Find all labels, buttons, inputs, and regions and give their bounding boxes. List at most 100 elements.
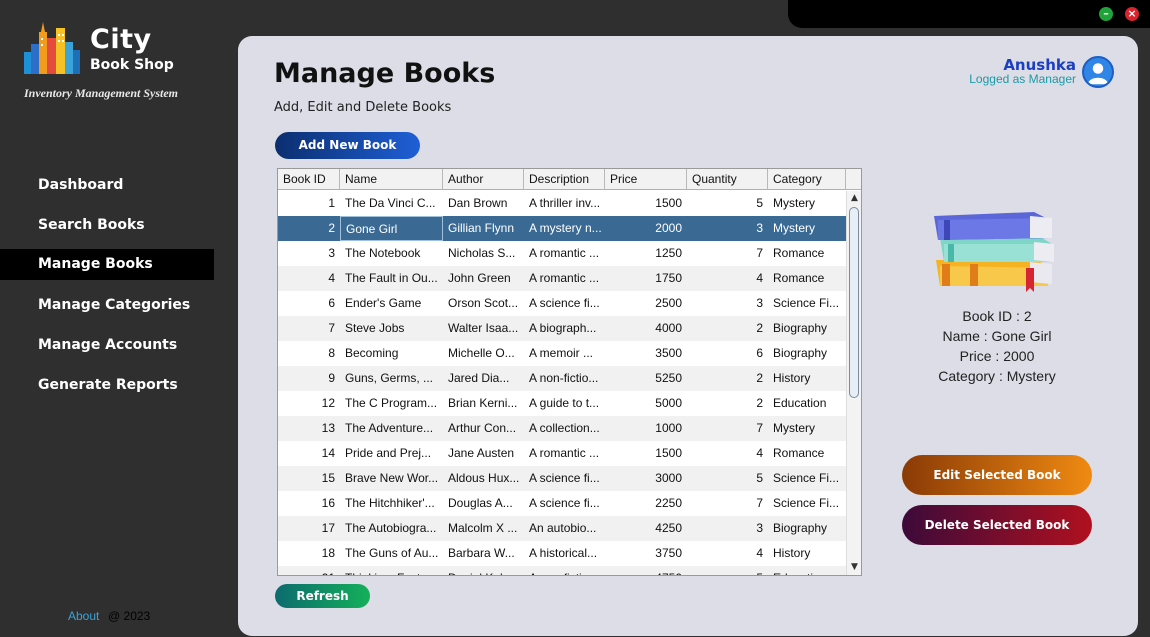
- table-body: 1 The Da Vinci C... Dan Brown A thriller in…: [278, 191, 846, 575]
- cell-price: 2250: [655, 496, 682, 510]
- table-row[interactable]: 16 The Hitchhiker'... Douglas A... A scienc…: [278, 491, 846, 516]
- cell-price: 1000: [655, 421, 682, 435]
- header-filler: [846, 169, 861, 190]
- cell-category: History: [773, 546, 811, 560]
- table-row[interactable]: 12 The C Program... Brian Kerni... A guide …: [278, 391, 846, 416]
- cell-quantity: 6: [756, 346, 763, 360]
- column-header[interactable]: Description: [524, 169, 605, 190]
- cell-quantity: 5: [756, 196, 763, 210]
- table-scrollbar[interactable]: ▲ ▼: [846, 191, 861, 575]
- cell-quantity: 3: [756, 221, 763, 235]
- cell-quantity: 7: [756, 496, 763, 510]
- table-row[interactable]: 4 The Fault in Ou... John Green A romantic …: [278, 266, 846, 291]
- cell-quantity: 4: [756, 446, 763, 460]
- table-row[interactable]: 8 Becoming Michelle O... A memoir ... 3500 6 B…: [278, 341, 846, 366]
- table-row[interactable]: 1 The Da Vinci C... Dan Brown A thriller in…: [278, 191, 846, 216]
- scroll-up-icon[interactable]: ▲: [847, 191, 861, 206]
- table-row[interactable]: 21Thinking, Fast...Daniel Kah...A non-fi…: [278, 566, 846, 575]
- cell-category: Science Fi...: [773, 496, 840, 510]
- cell-price: 1250: [655, 246, 682, 260]
- cell-name: The Notebook: [345, 246, 421, 260]
- cell-quantity: 4: [756, 546, 763, 560]
- table-row[interactable]: 14 Pride and Prej... Jane Austen A romantic…: [278, 441, 846, 466]
- table-row[interactable]: 3 The Notebook Nicholas S... A romantic ...…: [278, 241, 846, 266]
- cell-book-id: 3: [328, 246, 335, 260]
- cell-author: Nicholas S...: [448, 246, 516, 260]
- table-row[interactable]: 2 Gone Girl Gillian Flynn A mystery n... 200…: [278, 216, 846, 241]
- cell-price: 4750: [605, 566, 687, 575]
- cell-description: A collection...: [529, 421, 600, 435]
- cell-category: Romance: [773, 446, 825, 460]
- table-row[interactable]: 17 The Autobiogra... Malcolm X ... An autob…: [278, 516, 846, 541]
- cell-category: Romance: [773, 271, 825, 285]
- cell-name: Guns, Germs, ...: [345, 371, 434, 385]
- cell-name: Brave New Wor...: [345, 471, 439, 485]
- cell-book-id: 13: [321, 421, 335, 435]
- user-avatar-icon[interactable]: [1082, 56, 1114, 88]
- column-header[interactable]: Price: [605, 169, 687, 190]
- cell-author: Barbara W...: [448, 546, 515, 560]
- cell-author: Dan Brown: [448, 196, 508, 210]
- column-header[interactable]: Author: [443, 169, 524, 190]
- nav-search-books[interactable]: Search Books: [0, 210, 214, 241]
- cell-category: History: [773, 371, 811, 385]
- cell-quantity: 5: [756, 471, 763, 485]
- delete-selected-book-button[interactable]: Delete Selected Book: [902, 505, 1092, 545]
- cell-description: A thriller inv...: [529, 196, 601, 210]
- cell-author: Brian Kerni...: [448, 396, 518, 410]
- column-header[interactable]: Quantity: [687, 169, 768, 190]
- column-header[interactable]: Category: [768, 169, 846, 190]
- cell-author: Arthur Con...: [448, 421, 517, 435]
- nav-dashboard[interactable]: Dashboard: [0, 170, 214, 201]
- nav-manage-accounts[interactable]: Manage Accounts: [0, 330, 214, 361]
- cell-category: Mystery: [773, 196, 815, 210]
- cell-price: 1500: [655, 196, 682, 210]
- cell-description: A romantic ...: [529, 446, 600, 460]
- minimize-icon[interactable]: –: [1099, 7, 1113, 21]
- cell-price: 4000: [655, 321, 682, 335]
- about-link[interactable]: About: [68, 609, 99, 623]
- refresh-button[interactable]: Refresh: [275, 584, 370, 608]
- table-header: Book ID Name Author Description Price Qu…: [278, 169, 861, 190]
- nav-manage-books[interactable]: Manage Books: [0, 249, 214, 280]
- copyright-year: @ 2023: [108, 609, 151, 623]
- nav-manage-categories[interactable]: Manage Categories: [0, 290, 214, 321]
- detail-book-price: Price : 2000: [959, 348, 1035, 364]
- scroll-down-icon[interactable]: ▼: [847, 560, 861, 575]
- cell-book-id: 16: [321, 496, 335, 510]
- cell-author: Michelle O...: [448, 346, 515, 360]
- city-logo-icon: [24, 22, 80, 74]
- column-header[interactable]: Name: [340, 169, 443, 190]
- cell-author: Orson Scot...: [448, 296, 519, 310]
- cell-price: 1500: [655, 446, 682, 460]
- table-row[interactable]: 7 Steve Jobs Walter Isaa... A biograph... 40…: [278, 316, 846, 341]
- cell-name: The Fault in Ou...: [345, 271, 438, 285]
- add-new-book-button[interactable]: Add New Book: [275, 132, 420, 159]
- cell-name: The Guns of Au...: [345, 546, 439, 560]
- scroll-thumb[interactable]: [849, 207, 859, 398]
- edit-selected-book-button[interactable]: Edit Selected Book: [902, 455, 1092, 495]
- cell-name: The Autobiogra...: [345, 521, 437, 535]
- cell-name: Thinking, Fast...: [340, 566, 443, 575]
- cell-quantity: 2: [756, 396, 763, 410]
- nav-generate-reports[interactable]: Generate Reports: [0, 370, 214, 401]
- column-header[interactable]: Book ID: [278, 169, 340, 190]
- cell-name: The C Program...: [345, 396, 438, 410]
- close-icon[interactable]: ×: [1125, 7, 1139, 21]
- user-role: Logged as Manager: [969, 72, 1076, 86]
- page-title: Manage Books: [274, 58, 496, 89]
- table-row[interactable]: 18 The Guns of Au... Barbara W... A histori…: [278, 541, 846, 566]
- cell-quantity: 3: [756, 521, 763, 535]
- cell-author: Malcolm X ...: [448, 521, 518, 535]
- cell-category: Mystery: [773, 421, 815, 435]
- table-row[interactable]: 15 Brave New Wor... Aldous Hux... A science…: [278, 466, 846, 491]
- cell-book-id: 2: [328, 221, 335, 235]
- cell-book-id: 15: [321, 471, 335, 485]
- cell-description: A romantic ...: [529, 271, 600, 285]
- table-row[interactable]: 6 Ender's Game Orson Scot... A science fi..…: [278, 291, 846, 316]
- cell-book-id: 7: [328, 321, 335, 335]
- table-row[interactable]: 9 Guns, Germs, ... Jared Dia... A non-ficti…: [278, 366, 846, 391]
- cell-author: John Green: [448, 271, 511, 285]
- cell-price: 2500: [655, 296, 682, 310]
- table-row[interactable]: 13 The Adventure... Arthur Con... A collect…: [278, 416, 846, 441]
